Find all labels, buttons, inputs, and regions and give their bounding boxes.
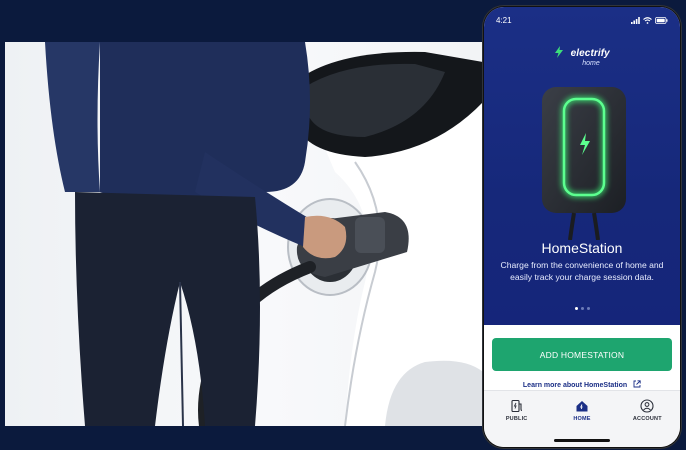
carousel-dot[interactable]	[586, 307, 590, 310]
homestation-charger-image	[536, 85, 632, 241]
learn-more-link[interactable]: Learn more about HomeStation	[484, 380, 680, 389]
carousel-dot[interactable]	[574, 307, 578, 310]
tab-label: ACCOUNT	[632, 416, 662, 422]
account-icon	[640, 399, 654, 413]
brand-sub: home	[582, 60, 600, 67]
wifi-icon	[643, 16, 652, 24]
tab-public[interactable]: PUBLIC	[492, 399, 542, 422]
learn-more-label: Learn more about HomeStation	[522, 382, 628, 389]
person-charging-car-illustration	[45, 42, 483, 426]
hero-photo	[5, 42, 483, 426]
brand-logo: electrify home	[484, 43, 680, 67]
tab-home[interactable]: HOME	[557, 399, 607, 422]
battery-icon	[655, 16, 668, 24]
tab-label: HOME	[573, 416, 591, 422]
status-bar: 4:21	[496, 13, 668, 27]
electrify-logo-icon	[555, 46, 564, 58]
add-homestation-button[interactable]: ADD HOMESTATION	[492, 338, 672, 371]
home-icon	[576, 401, 588, 412]
external-link-icon	[633, 380, 641, 388]
carousel-dot[interactable]	[580, 307, 584, 310]
carousel-indicator[interactable]	[484, 307, 680, 310]
tab-account[interactable]: ACCOUNT	[622, 399, 672, 422]
status-time: 4:21	[496, 15, 512, 25]
brand-name: electrify	[570, 48, 610, 59]
home-indicator	[554, 439, 610, 442]
tab-label: PUBLIC	[505, 416, 528, 422]
product-title: HomeStation	[541, 240, 623, 256]
app-screen: 4:21 electrify home HomeStation Charge f…	[484, 7, 680, 447]
hero-panel: 4:21 electrify home HomeStation Charge f…	[484, 7, 680, 325]
signal-icon	[631, 16, 640, 24]
charger-illustration	[542, 87, 626, 241]
charger-icon	[511, 399, 522, 413]
phone-mockup: 4:21 electrify home HomeStation Charge f…	[482, 5, 682, 449]
product-description: Charge from the convenience of home and …	[500, 260, 664, 282]
